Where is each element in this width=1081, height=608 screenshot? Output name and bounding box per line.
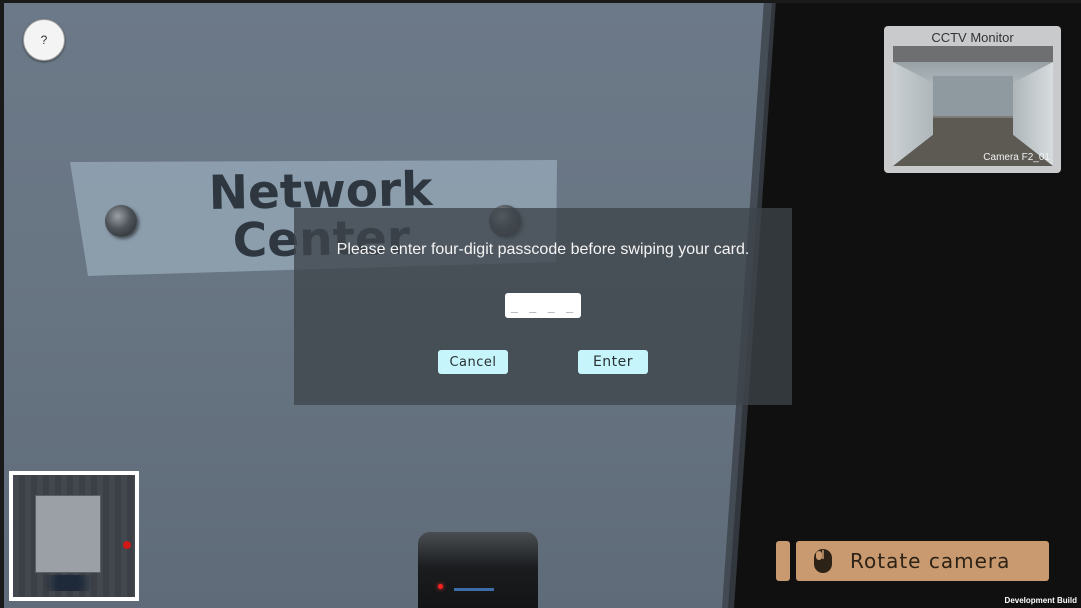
- help-button[interactable]: ?: [23, 19, 65, 61]
- minimap-view: [13, 475, 135, 597]
- camera-label: Camera F2_01: [983, 152, 1050, 163]
- top-frame: [0, 0, 1081, 3]
- rotate-camera-label: Rotate camera: [850, 549, 1011, 573]
- cancel-button[interactable]: Cancel: [438, 350, 508, 374]
- reader-led-icon: [438, 584, 443, 589]
- mouse-icon: [814, 549, 832, 573]
- rotate-camera-hint: Rotate camera: [796, 541, 1049, 581]
- cctv-monitor[interactable]: CCTV Monitor Camera F2_01: [884, 26, 1061, 173]
- dialog-message: Please enter four-digit passcode before …: [336, 241, 750, 258]
- cctv-title: CCTV Monitor: [931, 30, 1014, 45]
- card-reader[interactable]: [418, 532, 538, 608]
- passcode-dialog: Please enter four-digit passcode before …: [294, 208, 792, 405]
- player-marker-icon: [123, 541, 131, 549]
- reader-slot: [454, 588, 494, 591]
- map-debris: [33, 575, 103, 591]
- feed-ceiling: [893, 46, 1053, 62]
- game-scene[interactable]: Network Center ? Please enter four-digit…: [0, 0, 1081, 608]
- screw-icon: [105, 205, 137, 237]
- map-room: [35, 495, 101, 573]
- enter-button[interactable]: Enter: [578, 350, 648, 374]
- development-build-label: Development Build: [1004, 596, 1077, 605]
- passcode-input[interactable]: [505, 293, 581, 318]
- minimap: [9, 471, 139, 601]
- hint-accent: [776, 541, 790, 581]
- left-frame: [0, 0, 4, 608]
- cctv-feed: Camera F2_01: [893, 46, 1053, 166]
- feed-back-wall: [933, 76, 1013, 116]
